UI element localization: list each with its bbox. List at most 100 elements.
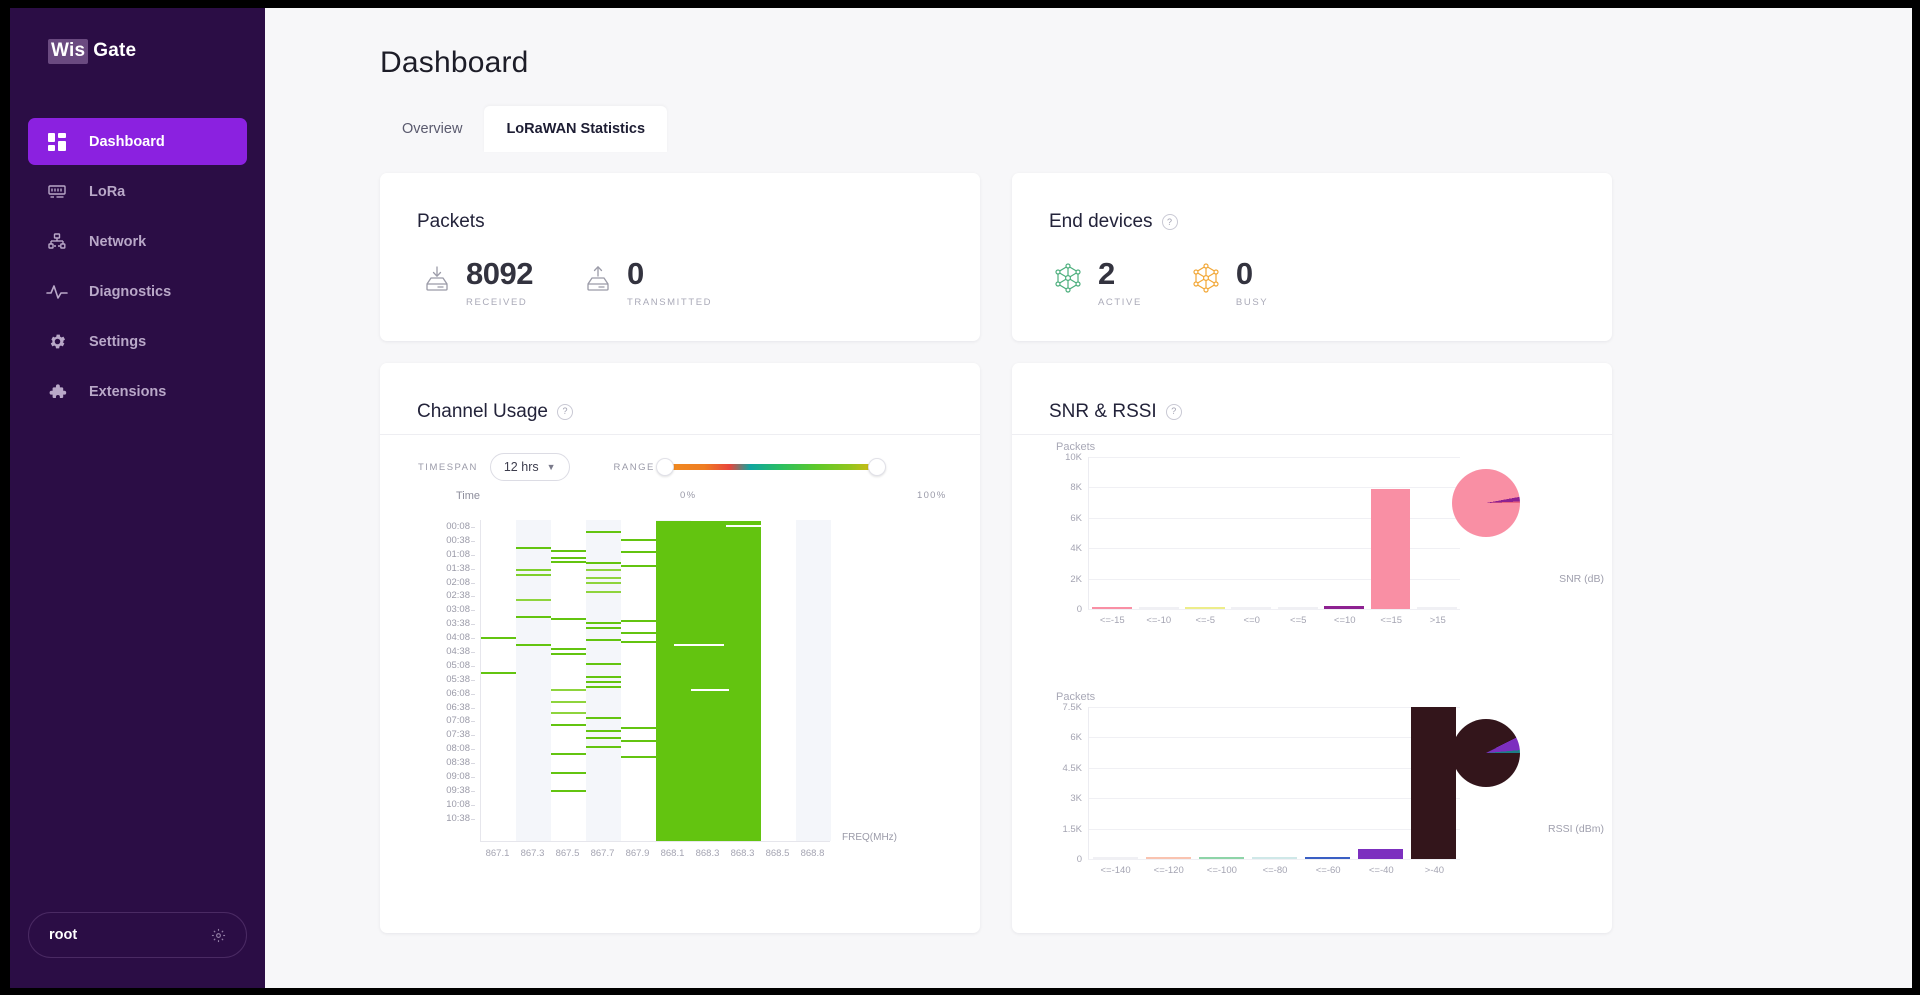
heatmap-cell[interactable] xyxy=(586,531,621,534)
bar[interactable] xyxy=(1324,606,1364,609)
heatmap-solid-block[interactable] xyxy=(656,521,761,841)
heatmap-cell[interactable] xyxy=(586,626,621,629)
user-menu-button[interactable]: root xyxy=(28,912,247,958)
heatmap-cell[interactable] xyxy=(586,736,621,739)
rssi-pie-chart[interactable] xyxy=(1452,719,1520,787)
help-icon[interactable]: ? xyxy=(556,403,573,420)
heatmap-cell[interactable] xyxy=(621,727,656,730)
sidebar: Wis Gate Dashboard LoRa Network Diagnost… xyxy=(10,8,265,988)
bar[interactable] xyxy=(1092,607,1133,609)
heatmap-cell[interactable] xyxy=(516,643,551,646)
snr-bar-chart[interactable]: 0 2K 4K 6K 8K 10K xyxy=(1065,452,1460,615)
bar[interactable] xyxy=(1357,848,1404,859)
bar-slot xyxy=(1275,457,1321,609)
tab-overview[interactable]: Overview xyxy=(380,106,484,152)
heatmap-cell[interactable] xyxy=(551,701,586,704)
sidebar-item-label: LoRa xyxy=(89,183,126,200)
heatmap-cell[interactable] xyxy=(481,637,516,640)
heatmap-cell[interactable] xyxy=(551,723,586,726)
y-axis-tick: 2K xyxy=(1070,573,1082,585)
heatmap-cell[interactable] xyxy=(516,573,551,576)
heatmap-cell[interactable] xyxy=(586,746,621,749)
heatmap-cell[interactable] xyxy=(586,622,621,625)
bar[interactable] xyxy=(1231,607,1272,609)
heatmap-plot-area[interactable] xyxy=(480,520,831,842)
heatmap-time-tick: 04:08 xyxy=(418,631,475,645)
heatmap-cell[interactable] xyxy=(621,739,656,742)
heatmap-cell[interactable] xyxy=(586,569,621,572)
heatmap-cell[interactable] xyxy=(621,539,656,542)
heatmap-cell[interactable] xyxy=(586,581,621,584)
heatmap-cell[interactable] xyxy=(621,755,656,758)
sidebar-item-dashboard[interactable]: Dashboard xyxy=(28,118,247,165)
heatmap-cell[interactable] xyxy=(551,688,586,691)
stat-busy: 0 BUSY xyxy=(1190,258,1269,308)
sidebar-item-settings[interactable]: Settings xyxy=(28,318,247,365)
heatmap-cell[interactable] xyxy=(551,771,586,774)
rssi-bar-chart[interactable]: 0 1.5K 3K 4.5K 6K 7.5K xyxy=(1062,702,1460,865)
heatmap-cell[interactable] xyxy=(586,681,621,684)
heatmap-cell[interactable] xyxy=(586,561,621,564)
bar[interactable] xyxy=(1198,857,1245,859)
heatmap-cell[interactable] xyxy=(586,730,621,733)
heatmap-cell[interactable] xyxy=(621,641,656,644)
bar[interactable] xyxy=(1370,488,1411,609)
heatmap-cell[interactable] xyxy=(516,547,551,550)
heatmap-cell[interactable] xyxy=(516,598,551,601)
heatmap-cell[interactable] xyxy=(481,672,516,675)
heatmap-cell[interactable] xyxy=(586,686,621,689)
range-slider-track[interactable] xyxy=(655,458,886,476)
bar-slot xyxy=(1354,707,1407,859)
bar[interactable] xyxy=(1138,607,1179,609)
timespan-select[interactable]: 12 hrs ▼ xyxy=(489,453,570,481)
help-icon[interactable]: ? xyxy=(1165,403,1182,420)
heatmap-cell[interactable] xyxy=(516,568,551,571)
heatmap-cell[interactable] xyxy=(551,653,586,656)
gear-icon[interactable] xyxy=(211,928,226,943)
heatmap-cell[interactable] xyxy=(586,638,621,641)
bar[interactable] xyxy=(1185,607,1225,609)
bar[interactable] xyxy=(1251,857,1298,859)
bar[interactable] xyxy=(1092,857,1139,859)
tab-bar: Overview LoRaWAN Statistics xyxy=(380,106,1866,152)
bar[interactable] xyxy=(1277,607,1318,609)
heatmap-cell[interactable] xyxy=(621,631,656,634)
heatmap-cell[interactable] xyxy=(621,564,656,567)
range-slider-max-handle[interactable] xyxy=(867,458,886,476)
heatmap-cell[interactable] xyxy=(551,711,586,714)
snr-rssi-body: Packets 0 2K 4K 6K 8K 10K <=-15 <=-10 <=-5 <=0 <=… xyxy=(1012,435,1612,930)
heatmap-cell[interactable] xyxy=(551,561,586,564)
x-axis-tick: <=5 xyxy=(1290,615,1307,626)
heatmap-cell[interactable] xyxy=(516,616,551,619)
sidebar-item-diagnostics[interactable]: Diagnostics xyxy=(28,268,247,315)
heatmap-cell[interactable] xyxy=(586,717,621,720)
heatmap-cell[interactable] xyxy=(551,617,586,620)
bar[interactable] xyxy=(1145,857,1192,859)
y-axis-tick: 6K xyxy=(1070,512,1082,524)
bar[interactable] xyxy=(1304,856,1351,859)
packets-stats-row: 8092 RECEIVED 0 TRANSMITTED xyxy=(380,245,980,308)
heatmap-time-tick: 02:38 xyxy=(418,589,475,603)
help-icon[interactable]: ? xyxy=(1161,214,1178,230)
snr-pie-chart[interactable] xyxy=(1452,469,1520,537)
bar[interactable] xyxy=(1410,707,1457,859)
sidebar-item-network[interactable]: Network xyxy=(28,218,247,265)
sidebar-item-lora[interactable]: LoRa xyxy=(28,168,247,215)
stat-label: BUSY xyxy=(1235,297,1269,308)
bar[interactable] xyxy=(1416,607,1457,609)
heatmap-cell[interactable] xyxy=(551,752,586,755)
heatmap-cell[interactable] xyxy=(621,620,656,623)
tab-lorawan-statistics[interactable]: LoRaWAN Statistics xyxy=(484,106,668,152)
heatmap-cell[interactable] xyxy=(586,662,621,665)
sidebar-item-extensions[interactable]: Extensions xyxy=(28,368,247,415)
range-slider-min-handle[interactable] xyxy=(655,458,674,476)
heatmap-cell[interactable] xyxy=(551,647,586,650)
heatmap-cell[interactable] xyxy=(551,789,586,792)
heatmap-cell[interactable] xyxy=(551,556,586,559)
heatmap-cell[interactable] xyxy=(586,675,621,678)
heatmap-cell[interactable] xyxy=(621,551,656,554)
x-axis-tick: <=-140 xyxy=(1100,865,1131,876)
heatmap-cell[interactable] xyxy=(586,577,621,580)
heatmap-cell[interactable] xyxy=(586,590,621,593)
heatmap-cell[interactable] xyxy=(551,549,586,552)
